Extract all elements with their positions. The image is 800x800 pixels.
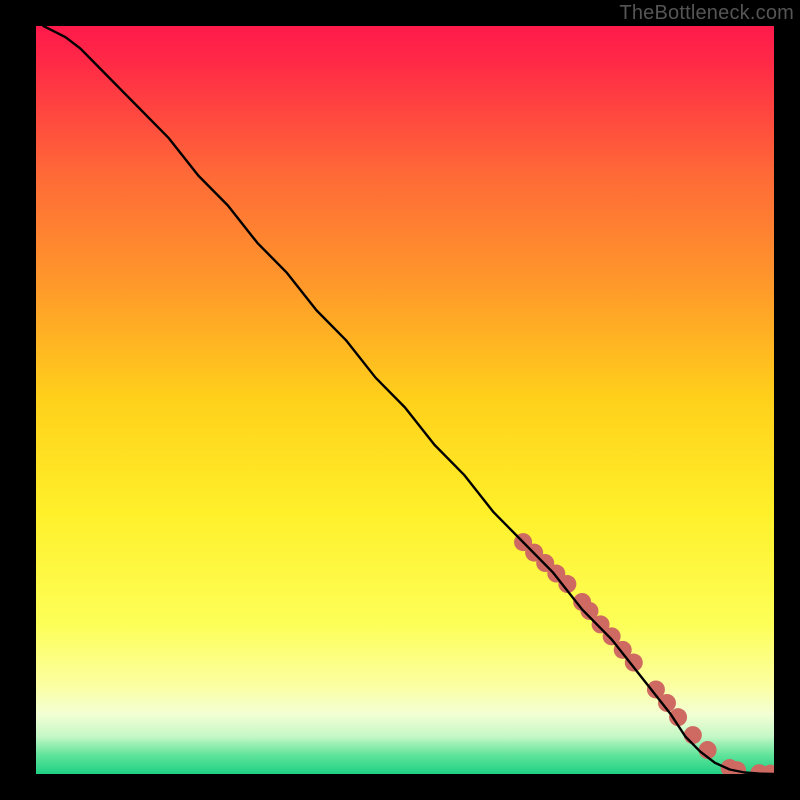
watermark-text: TheBottleneck.com xyxy=(619,2,794,25)
chart-svg xyxy=(36,26,774,774)
gradient-rect xyxy=(36,26,774,774)
plot-area xyxy=(36,26,774,774)
chart-frame: TheBottleneck.com xyxy=(0,0,800,800)
scatter-point xyxy=(684,726,702,744)
